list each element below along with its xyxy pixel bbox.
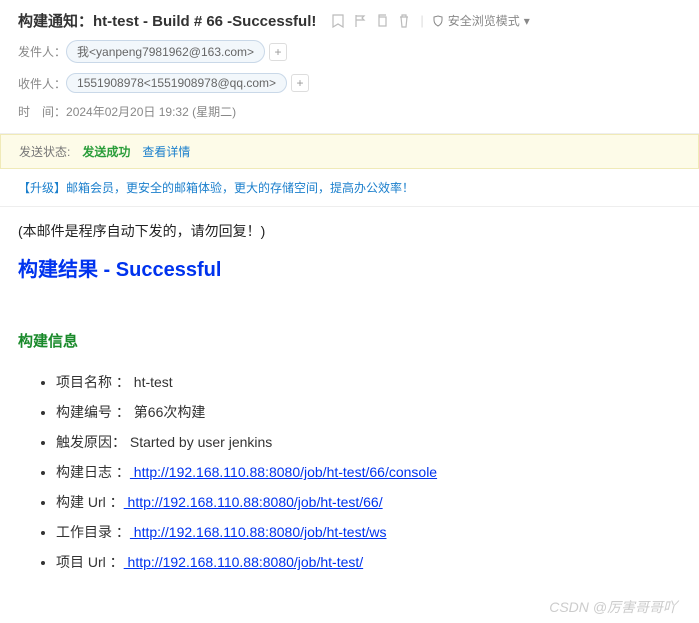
- status-value: 发送成功: [82, 143, 130, 160]
- no-reply-notice: (本邮件是程序自动下发的，请勿回复！): [18, 221, 681, 241]
- list-item: 构建 Url ： http://192.168.110.88:8080/job/…: [56, 487, 681, 517]
- upgrade-link[interactable]: 【升级】邮箱会员，更安全的邮箱体验，更大的存储空间，提高办公效率！: [18, 181, 414, 195]
- safe-mode-label: 安全浏览模式: [448, 12, 520, 29]
- chevron-down-icon: ▾: [524, 14, 530, 28]
- info-value: Started by user jenkins: [126, 434, 272, 450]
- info-label: 触发原因：: [56, 432, 126, 452]
- info-label: 构建 Url ：: [56, 492, 124, 512]
- copy-icon[interactable]: [374, 13, 390, 29]
- info-link[interactable]: http://192.168.110.88:8080/job/ht-test/: [124, 554, 363, 570]
- safe-mode-toggle[interactable]: 安全浏览模式 ▾: [432, 12, 530, 29]
- info-label: 构建编号 ：: [56, 402, 130, 422]
- from-row: 发件人： 我<yanpeng7981962@163.com> +: [18, 35, 681, 68]
- email-header: 构建通知：ht-test - Build # 66 -Successful! |…: [0, 0, 699, 134]
- upgrade-bar: 【升级】邮箱会员，更安全的邮箱体验，更大的存储空间，提高办公效率！: [0, 169, 699, 207]
- email-subject: 构建通知：ht-test - Build # 66 -Successful!: [18, 10, 316, 31]
- time-row: 时 间： 2024年02月20日 19:32 (星期二): [18, 98, 681, 125]
- toolbar-icons: [330, 13, 412, 29]
- list-item: 构建编号 ： 第66次构建: [56, 397, 681, 427]
- time-label: 时 间：: [18, 103, 66, 120]
- to-row: 收件人： 1551908978<1551908978@qq.com> +: [18, 68, 681, 98]
- from-label: 发件人：: [18, 43, 66, 60]
- info-link[interactable]: http://192.168.110.88:8080/job/ht-test/w…: [130, 524, 387, 540]
- info-label: 项目名称 ：: [56, 372, 130, 392]
- shield-icon: [432, 15, 444, 27]
- to-chip[interactable]: 1551908978<1551908978@qq.com>: [66, 73, 287, 93]
- bookmark-icon[interactable]: [330, 13, 346, 29]
- list-item: 触发原因： Started by user jenkins: [56, 427, 681, 457]
- build-info-list: 项目名称 ： ht-test构建编号 ： 第66次构建触发原因： Started…: [18, 367, 681, 577]
- divider: |: [420, 13, 423, 28]
- info-link[interactable]: http://192.168.110.88:8080/job/ht-test/6…: [124, 494, 383, 510]
- build-info-title: 构建信息: [18, 330, 681, 351]
- status-bar: 发送状态: 发送成功 查看详情: [0, 134, 699, 169]
- time-value: 2024年02月20日 19:32 (星期二): [66, 103, 236, 120]
- list-item: 项目名称 ： ht-test: [56, 367, 681, 397]
- from-chip[interactable]: 我<yanpeng7981962@163.com>: [66, 40, 265, 63]
- list-item: 项目 Url ： http://192.168.110.88:8080/job/…: [56, 547, 681, 577]
- to-label: 收件人：: [18, 75, 66, 92]
- build-result-title: 构建结果 - Successful: [18, 253, 681, 282]
- list-item: 构建日志 ： http://192.168.110.88:8080/job/ht…: [56, 457, 681, 487]
- list-item: 工作目录 ： http://192.168.110.88:8080/job/ht…: [56, 517, 681, 547]
- watermark: CSDN @厉害哥哥吖: [0, 591, 699, 623]
- status-detail-link[interactable]: 查看详情: [142, 143, 190, 160]
- info-label: 构建日志 ：: [56, 462, 130, 482]
- info-value: 第66次构建: [130, 404, 205, 420]
- email-body: (本邮件是程序自动下发的，请勿回复！) 构建结果 - Successful 构建…: [0, 207, 699, 591]
- info-label: 工作目录 ：: [56, 522, 130, 542]
- info-label: 项目 Url ：: [56, 552, 124, 572]
- info-value: ht-test: [130, 374, 173, 390]
- status-label: 发送状态:: [19, 143, 70, 160]
- flag-icon[interactable]: [352, 13, 368, 29]
- subject-row: 构建通知：ht-test - Build # 66 -Successful! |…: [18, 10, 681, 31]
- add-to-button[interactable]: +: [291, 74, 309, 92]
- add-from-button[interactable]: +: [269, 43, 287, 61]
- info-link[interactable]: http://192.168.110.88:8080/job/ht-test/6…: [130, 464, 437, 480]
- delete-icon[interactable]: [396, 13, 412, 29]
